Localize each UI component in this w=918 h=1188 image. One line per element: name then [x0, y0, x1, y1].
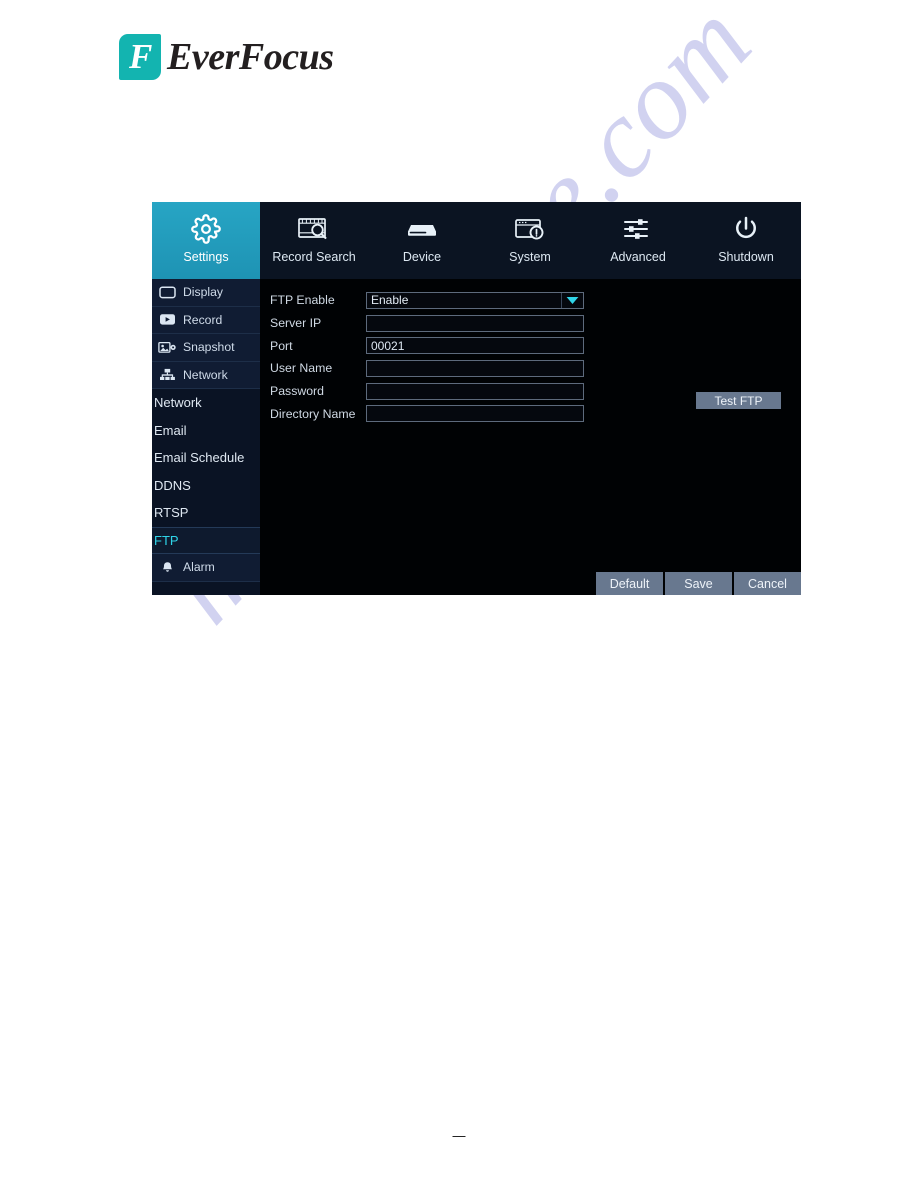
chevron-down-icon[interactable]: [561, 292, 583, 308]
cancel-button[interactable]: Cancel: [732, 572, 801, 595]
settings-sidebar: Display Record Snapshot Network Network …: [152, 279, 260, 595]
menu-item-advanced[interactable]: Advanced: [584, 202, 692, 279]
sidebar-subitem-email[interactable]: Email: [152, 416, 260, 444]
sidebar-sublabel-email: Email: [154, 422, 187, 438]
label-directory-name: Directory Name: [270, 406, 356, 421]
system-info-icon: [513, 211, 547, 247]
gear-icon: [191, 211, 221, 247]
field-row-ftp-enable: FTP Enable Enable: [270, 289, 584, 312]
ftp-enable-select[interactable]: Enable: [366, 291, 584, 309]
sidebar-label-network: Network: [183, 367, 228, 382]
field-row-password: Password: [270, 380, 584, 403]
field-row-directory-name: Directory Name: [270, 402, 584, 425]
ftp-enable-value: Enable: [371, 292, 409, 307]
field-row-user-name: User Name: [270, 357, 584, 380]
power-icon: [731, 211, 761, 247]
sidebar-sublabel-rtsp: RTSP: [154, 505, 189, 521]
ftp-settings-panel: FTP Enable Enable Server IP Port 00021 U…: [260, 279, 801, 595]
port-input[interactable]: [366, 337, 584, 355]
sidebar-label-snapshot: Snapshot: [183, 340, 235, 355]
film-search-icon: [297, 211, 331, 247]
password-input[interactable]: [366, 382, 584, 400]
sliders-icon: [622, 211, 654, 247]
menu-item-shutdown[interactable]: Shutdown: [692, 202, 800, 279]
menu-item-device[interactable]: Device: [368, 202, 476, 279]
menu-item-settings[interactable]: Settings: [152, 202, 260, 279]
server-ip-input[interactable]: [366, 314, 584, 332]
default-button[interactable]: Default: [594, 572, 663, 595]
label-user-name: User Name: [270, 361, 333, 376]
logo-mark-letter: F: [129, 37, 153, 76]
sidebar-label-alarm: Alarm: [183, 560, 215, 575]
label-server-ip: Server IP: [270, 316, 322, 331]
sidebar-sublabel-ftp: FTP: [154, 532, 179, 548]
everfocus-logo: F EverFocus: [119, 34, 334, 80]
sidebar-label-record: Record: [183, 312, 223, 327]
action-button-bar: Default Save Cancel: [594, 572, 801, 595]
sidebar-item-record[interactable]: Record: [152, 306, 260, 334]
sidebar-sublabel-ddns: DDNS: [154, 477, 191, 493]
save-button[interactable]: Save: [663, 572, 732, 595]
menu-label-advanced: Advanced: [610, 250, 666, 264]
sidebar-sublabel-email-schedule: Email Schedule: [154, 450, 245, 466]
monitor-icon: [158, 285, 177, 300]
bell-icon: [158, 560, 177, 575]
logo-mark-icon: F: [119, 34, 161, 80]
label-port: Port: [270, 338, 293, 353]
test-ftp-button[interactable]: Test FTP: [696, 392, 781, 409]
sidebar-subitem-ftp[interactable]: FTP: [152, 526, 260, 554]
sidebar-label-display: Display: [183, 285, 223, 300]
sidebar-subitem-network[interactable]: Network: [152, 389, 260, 417]
dvr-settings-window: Settings Record Search Device System Adv…: [152, 202, 801, 595]
sidebar-item-network[interactable]: Network: [152, 361, 260, 389]
network-icon: [158, 367, 177, 382]
field-row-server-ip: Server IP: [270, 312, 584, 335]
menu-item-system[interactable]: System: [476, 202, 584, 279]
main-menu-bar: Settings Record Search Device System Adv…: [152, 202, 801, 279]
hard-disk-icon: [404, 211, 440, 247]
menu-label-record-search: Record Search: [272, 250, 356, 264]
sidebar-subitem-email-schedule[interactable]: Email Schedule: [152, 444, 260, 472]
sidebar-item-alarm[interactable]: Alarm: [152, 554, 260, 582]
label-ftp-enable: FTP Enable: [270, 293, 335, 308]
menu-label-device: Device: [402, 250, 442, 264]
record-icon: [158, 312, 177, 327]
logo-wordmark: EverFocus: [167, 36, 334, 78]
field-row-port: Port: [270, 334, 584, 357]
sidebar-subitem-ddns[interactable]: DDNS: [152, 471, 260, 499]
directory-name-input[interactable]: [366, 405, 584, 423]
label-password: Password: [270, 384, 324, 399]
ftp-form: FTP Enable Enable Server IP Port 00021 U…: [270, 289, 584, 425]
sidebar-subitem-rtsp[interactable]: RTSP: [152, 499, 260, 527]
menu-label-system: System: [509, 250, 551, 264]
sidebar-sublabel-network: Network: [154, 395, 202, 411]
snapshot-icon: [158, 340, 177, 355]
menu-label-shutdown: Shutdown: [718, 250, 774, 264]
user-name-input[interactable]: [366, 359, 584, 377]
sidebar-item-display[interactable]: Display: [152, 279, 260, 307]
page-footer-dash: —: [452, 1128, 466, 1143]
sidebar-item-snapshot[interactable]: Snapshot: [152, 334, 260, 362]
menu-label-settings: Settings: [183, 250, 229, 264]
menu-item-record-search[interactable]: Record Search: [260, 202, 368, 279]
